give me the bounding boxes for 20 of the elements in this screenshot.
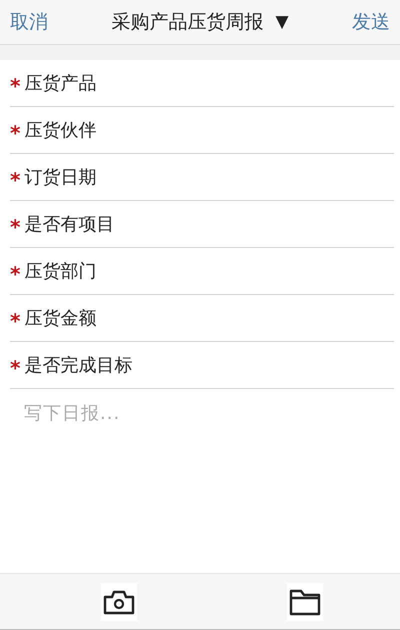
camera-icon[interactable] bbox=[101, 582, 137, 620]
folder-icon[interactable] bbox=[287, 582, 323, 620]
required-mark: * bbox=[10, 308, 20, 333]
required-mark: * bbox=[10, 120, 20, 145]
field-label: 压货金额 bbox=[24, 307, 96, 330]
send-button[interactable]: 发送 bbox=[350, 7, 392, 37]
required-mark: * bbox=[10, 214, 20, 239]
required-mark: * bbox=[10, 355, 20, 380]
field-label: 是否完成目标 bbox=[24, 354, 132, 377]
required-mark: * bbox=[10, 73, 20, 98]
cancel-button[interactable]: 取消 bbox=[8, 7, 50, 37]
field-label: 压货伙伴 bbox=[24, 119, 96, 142]
field-label: 是否有项目 bbox=[24, 213, 114, 236]
field-label: 压货产品 bbox=[24, 72, 96, 95]
required-mark: * bbox=[10, 261, 20, 286]
field-label: 订货日期 bbox=[24, 166, 96, 189]
form-title[interactable]: 采购产品压货周报 bbox=[111, 9, 264, 35]
required-mark: * bbox=[10, 167, 20, 192]
dropdown-caret[interactable]: ▼ bbox=[275, 12, 289, 32]
field-label: 压货部门 bbox=[24, 260, 96, 283]
